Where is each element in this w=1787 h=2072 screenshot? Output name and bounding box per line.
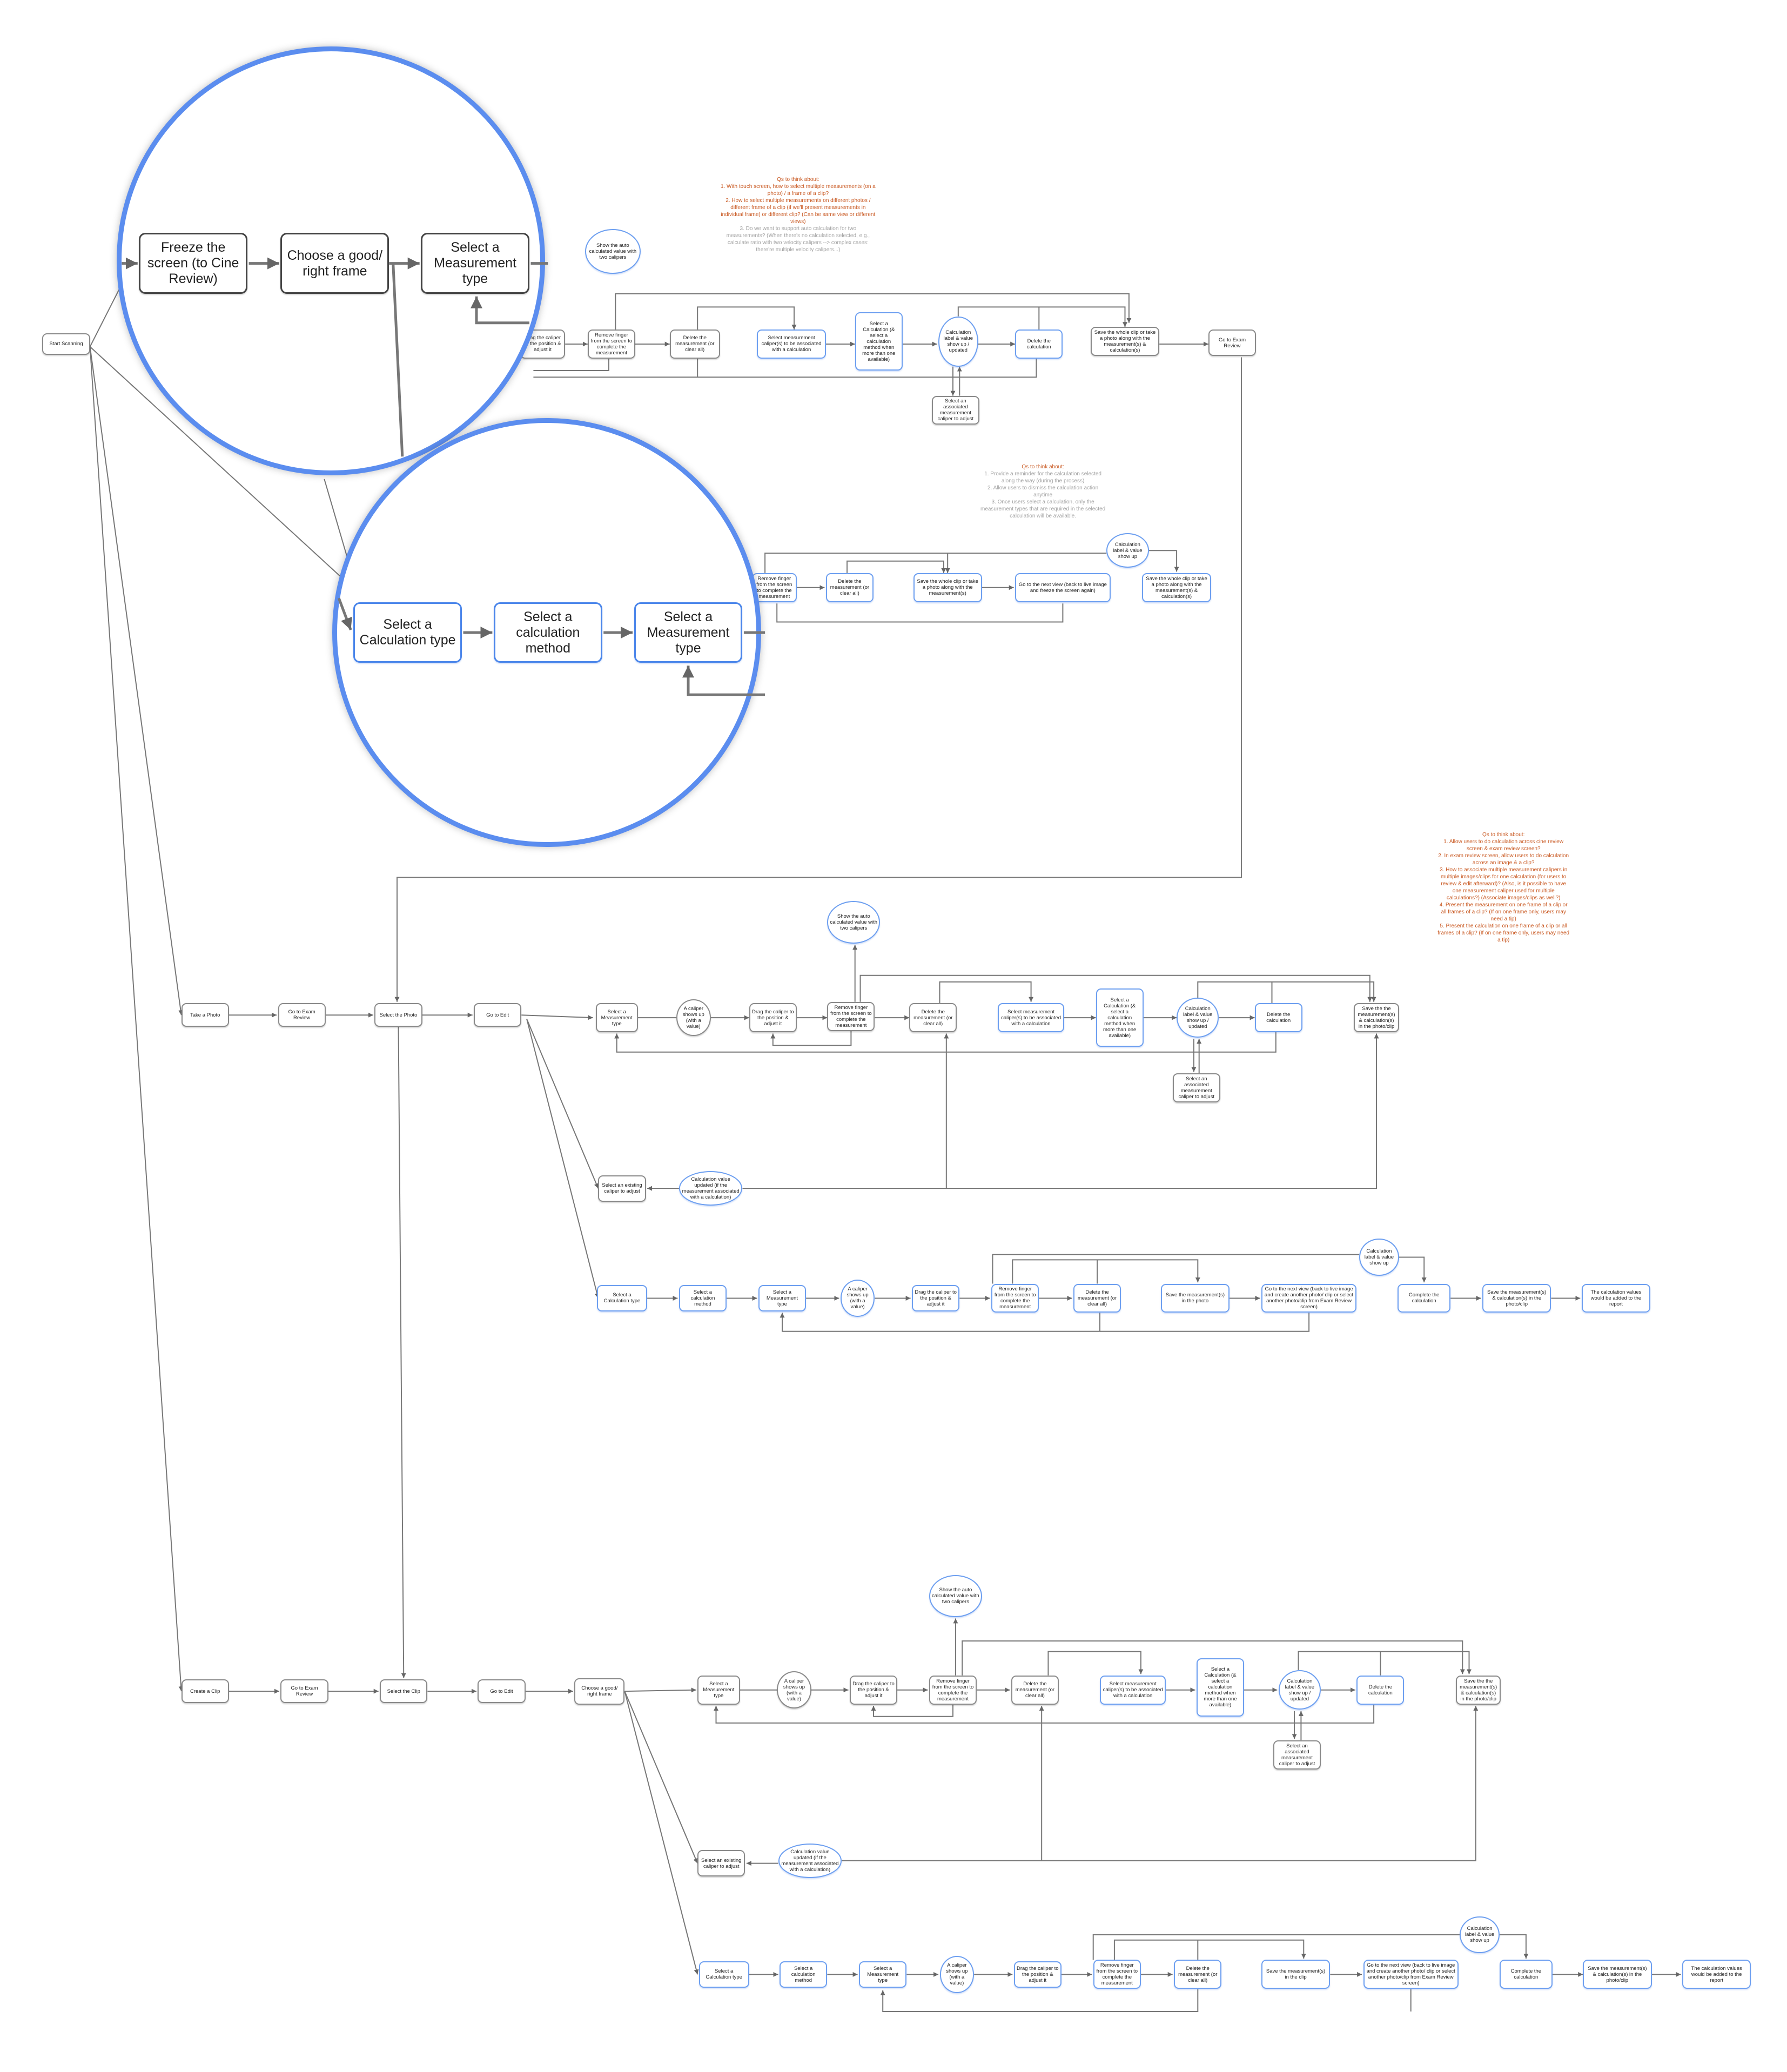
zoom-connectors: [122, 257, 765, 696]
connector-arrow: [337, 597, 352, 631]
flow-box-z1-freeze: Freeze the screen (to Cine Review): [139, 233, 248, 294]
flow-box-z2-mtype: Select a Measurement type: [634, 602, 743, 663]
flow-diagram-canvas: Start Scanning Drag the caliper to the po…: [0, 0, 1787, 2072]
flow-box-z2-method: Select a calculation method: [493, 602, 602, 663]
flow-box-z1-choose: Choose a good/ right frame: [280, 233, 389, 294]
connector-arrow: [682, 665, 765, 696]
connector-line: [392, 263, 404, 457]
connector-arrow: [471, 296, 529, 325]
flow-box-z2-ctype: Select a Calculation type: [353, 602, 462, 663]
flow-box-z1-mtype: Select a Measurement type: [421, 233, 529, 294]
